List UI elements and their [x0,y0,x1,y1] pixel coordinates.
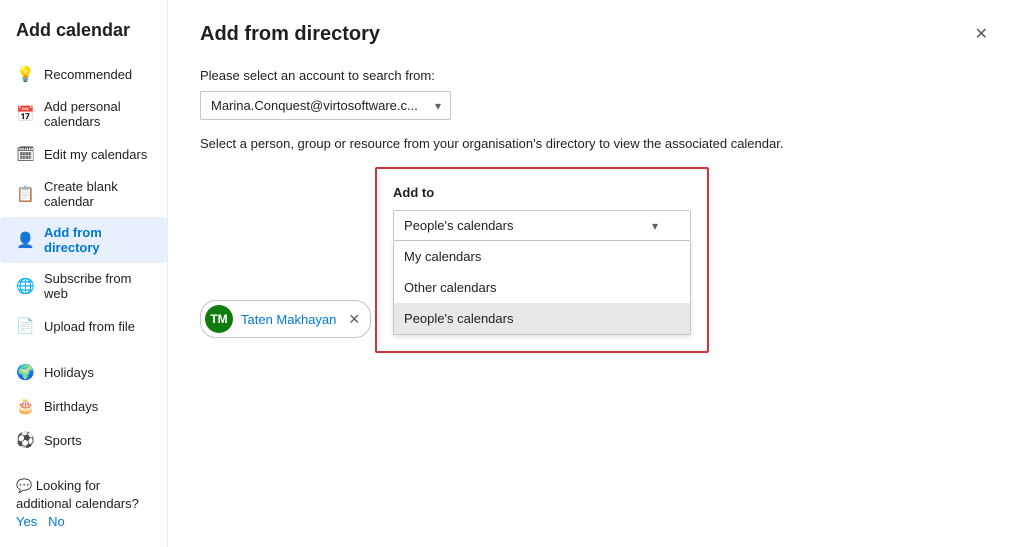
option-label: People's calendars [404,311,513,326]
sidebar-item-subscribe-from-web[interactable]: 🌐 Subscribe from web [0,263,167,309]
create-blank-icon: 📋 [16,185,34,203]
sidebar-item-add-personal[interactable]: 📅 Add personal calendars [0,91,167,137]
account-select-wrapper: Marina.Conquest@virtosoftware.c... ▾ [200,91,451,120]
subscribe-icon: 🌐 [16,277,34,295]
recommended-icon: 💡 [16,65,34,83]
remove-person-button[interactable]: ✕ [344,312,360,326]
sidebar-item-label: Birthdays [44,399,98,414]
sidebar-item-label: Upload from file [44,319,135,334]
main-header: Add from directory ✕ [200,20,992,48]
dropdown-selected-value: People's calendars [404,218,513,233]
sidebar-item-label: Add from directory [44,225,151,255]
footer-icon: 💬 [16,478,36,493]
sports-icon: ⚽ [16,431,34,449]
dropdown-selected[interactable]: People's calendars ▾ [393,210,691,241]
sidebar-item-label: Add personal calendars [44,99,151,129]
sidebar-item-sports[interactable]: ⚽ Sports [0,423,167,457]
dropdown-option-my-calendars[interactable]: My calendars [394,241,690,272]
add-to-box: Add to People's calendars ▾ My calendars… [375,167,709,353]
sidebar-item-create-blank[interactable]: 📋 Create blank calendar [0,171,167,217]
avatar: TM [205,305,233,333]
sidebar-footer: 💬 Looking for additional calendars? Yes … [0,469,167,540]
dropdown-option-other-calendars[interactable]: Other calendars [394,272,690,303]
sidebar-item-label: Subscribe from web [44,271,151,301]
close-button[interactable]: ✕ [971,20,992,48]
sidebar-item-label: Recommended [44,67,132,82]
sidebar-item-add-from-directory[interactable]: 👤 Add from directory [0,217,167,263]
holidays-icon: 🌍 [16,363,34,381]
add-personal-icon: 📅 [16,105,34,123]
sidebar-item-label: Sports [44,433,82,448]
account-label: Please select an account to search from: [200,68,992,83]
sidebar-item-edit-my[interactable]: 🗓 Edit my calendars [0,137,167,171]
sidebar-item-label: Create blank calendar [44,179,151,209]
dropdown-list: My calendars Other calendars People's ca… [393,241,691,335]
sidebar-item-recommended[interactable]: 💡 Recommended [0,57,167,91]
person-chip: TM Taten Makhayan ✕ [200,300,371,338]
yes-link[interactable]: Yes [16,514,37,529]
option-label: Other calendars [404,280,497,295]
birthdays-icon: 🎂 [16,397,34,415]
sidebar-item-holidays[interactable]: 🌍 Holidays [0,355,167,389]
dropdown-option-peoples-calendars[interactable]: People's calendars [394,303,690,334]
dropdown-wrapper: People's calendars ▾ My calendars Other … [393,210,691,335]
add-directory-icon: 👤 [16,231,34,249]
main-content: Add from directory ✕ Please select an ac… [168,0,1024,547]
sidebar-item-label: Edit my calendars [44,147,147,162]
sidebar: Add calendar 💡 Recommended 📅 Add persona… [0,0,168,547]
edit-my-icon: 🗓 [16,145,34,163]
sidebar-item-birthdays[interactable]: 🎂 Birthdays [0,389,167,423]
add-to-label: Add to [393,185,691,200]
avatar-initials: TM [210,312,227,326]
no-link[interactable]: No [48,514,65,529]
option-label: My calendars [404,249,481,264]
sidebar-item-upload-from-file[interactable]: 📄 Upload from file [0,309,167,343]
upload-icon: 📄 [16,317,34,335]
sidebar-item-label: Holidays [44,365,94,380]
sidebar-title: Add calendar [0,12,167,57]
page-title: Add from directory [200,23,380,46]
person-name: Taten Makhayan [241,312,336,327]
chevron-down-icon: ▾ [652,219,658,233]
org-description: Select a person, group or resource from … [200,136,800,151]
account-select[interactable]: Marina.Conquest@virtosoftware.c... [200,91,451,120]
